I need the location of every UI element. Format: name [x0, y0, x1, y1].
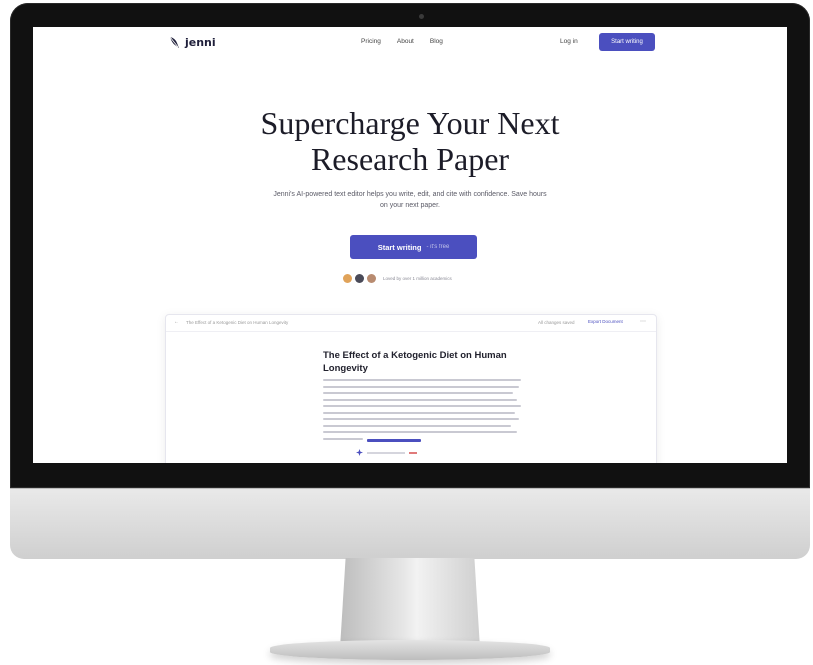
quill-logo-icon: [169, 36, 179, 48]
save-status: All changes saved: [538, 320, 575, 325]
text-line: [323, 418, 519, 420]
text-line: [323, 411, 515, 414]
text-line: [323, 379, 521, 381]
text-line: [323, 431, 517, 433]
export-button[interactable]: Export Document: [588, 319, 623, 324]
autocomplete-suggestion[interactable]: [356, 449, 417, 456]
sparkle-icon: [356, 449, 363, 456]
nav-link-pricing[interactable]: Pricing: [361, 38, 381, 45]
suggestion-text: [367, 451, 405, 454]
text-line: [323, 385, 519, 388]
avatar: [367, 274, 376, 283]
social-proof: Loved by over 1 million academics: [343, 274, 452, 283]
logo-text: jenni: [185, 36, 216, 49]
nav-links: Pricing About Blog: [361, 38, 443, 45]
editor-doc-name: The Effect of a Ketogenic Diet on Human …: [186, 320, 289, 325]
editor-preview: ← The Effect of a Ketogenic Diet on Huma…: [165, 314, 657, 463]
top-nav: jenni Pricing About Blog Log in Start wr…: [33, 27, 787, 61]
back-arrow-icon[interactable]: ←: [174, 319, 179, 325]
headline-line-1: Supercharge Your Next: [260, 105, 560, 141]
avatar: [355, 274, 364, 283]
document-body[interactable]: [323, 379, 521, 442]
nav-link-about[interactable]: About: [397, 38, 414, 45]
monitor-base: [270, 640, 550, 660]
document-title[interactable]: The Effect of a Ketogenic Diet on Human …: [323, 349, 533, 375]
nav-link-blog[interactable]: Blog: [430, 38, 443, 45]
login-link[interactable]: Log in: [560, 38, 578, 45]
text-line: [323, 405, 521, 407]
monitor-chin: [10, 488, 810, 559]
text-line: [323, 424, 511, 427]
cta-sub-label: - it's free: [426, 244, 450, 250]
suggestion-accept-mark: [409, 451, 417, 454]
more-options-icon[interactable]: ⋯: [640, 318, 646, 325]
avatar: [343, 274, 352, 283]
start-writing-button[interactable]: Start writing - it's free: [350, 235, 477, 259]
mouse-cursor-icon: [371, 461, 383, 463]
monitor-stand: [340, 558, 480, 648]
text-line: [323, 437, 363, 440]
logo[interactable]: jenni: [169, 36, 216, 49]
social-proof-text: Loved by over 1 million academics: [383, 276, 452, 281]
editor-toolbar: ← The Effect of a Ketogenic Diet on Huma…: [166, 315, 656, 332]
imac-mockup: jenni Pricing About Blog Log in Start wr…: [0, 0, 813, 665]
hero-subtext: Jenni's AI-powered text editor helps you…: [273, 191, 547, 209]
text-line: [323, 392, 513, 394]
ai-suggestion-highlight[interactable]: [367, 439, 421, 442]
page-title: Supercharge Your Next Research Paper: [33, 105, 787, 177]
screen: jenni Pricing About Blog Log in Start wr…: [33, 27, 787, 463]
cta-label: Start writing: [377, 242, 422, 252]
text-line: [323, 398, 517, 401]
camera-icon: [419, 14, 424, 19]
signup-button[interactable]: Start writing: [599, 33, 655, 51]
headline-line-2: Research Paper: [310, 141, 510, 177]
